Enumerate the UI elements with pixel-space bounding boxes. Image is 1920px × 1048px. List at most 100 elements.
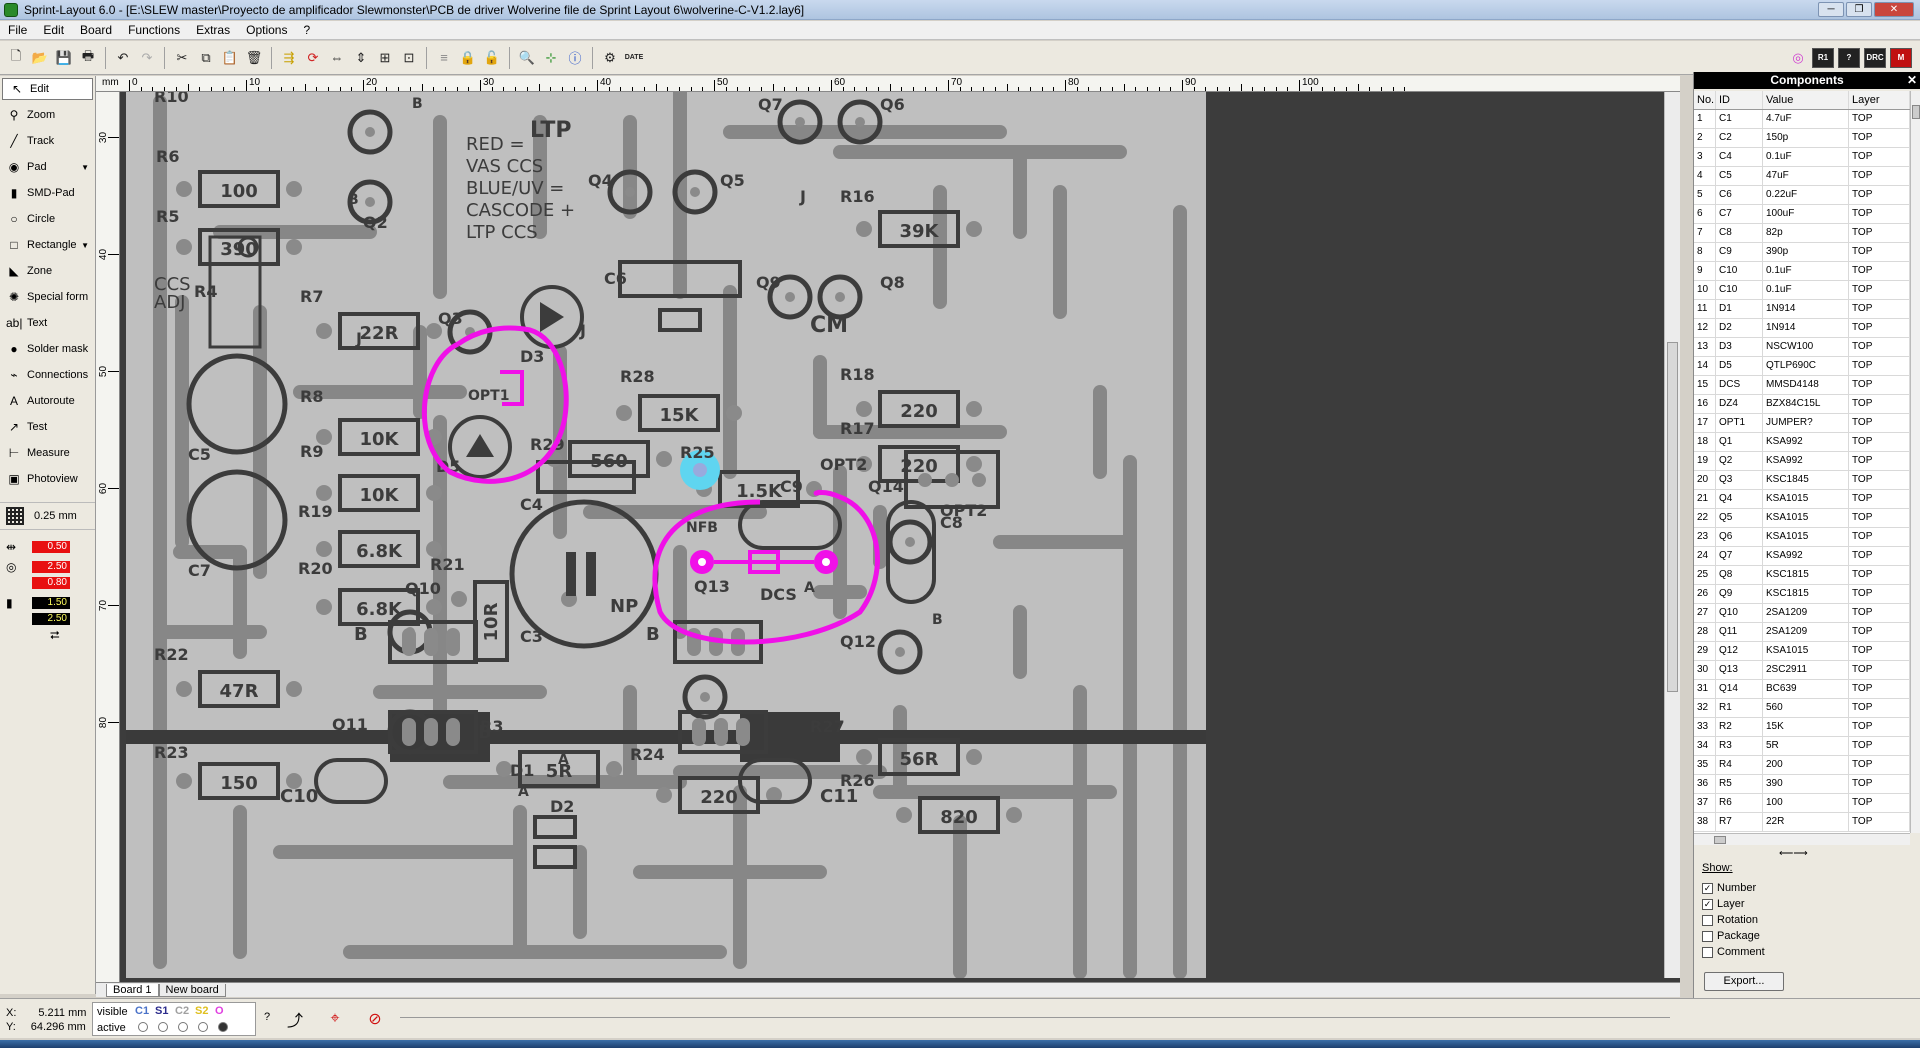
- layer-icon[interactable]: ≡: [434, 48, 454, 68]
- maximize-button[interactable]: ❐: [1846, 2, 1872, 17]
- lock-icon[interactable]: 🔒: [458, 48, 478, 68]
- tool-rectangle[interactable]: □ Rectangle ▼: [0, 232, 95, 258]
- resize-arrows-icon[interactable]: ⟵⟶: [1779, 848, 1808, 859]
- components-hscrollbar[interactable]: [1694, 833, 1910, 845]
- layer-radio[interactable]: [138, 1022, 148, 1032]
- menu-board[interactable]: Board: [72, 23, 120, 37]
- crosshair-icon[interactable]: ⌖: [322, 1007, 348, 1031]
- column-header[interactable]: No.: [1694, 91, 1716, 109]
- pad-outer-input[interactable]: 2.50: [32, 561, 70, 573]
- tool-pad[interactable]: ◉ Pad ▼: [0, 154, 95, 180]
- tab-new-board[interactable]: New board: [158, 983, 226, 997]
- menu-options[interactable]: Options: [238, 23, 295, 37]
- tool-smd-pad[interactable]: ▮ SMD-Pad: [0, 180, 95, 206]
- tool-special-form[interactable]: ✺ Special form: [0, 284, 95, 310]
- tool-track[interactable]: ╱ Track: [0, 128, 95, 154]
- table-row[interactable]: 13 D3 NSCW100 TOP: [1694, 338, 1910, 357]
- crop-icon[interactable]: ⊹: [541, 48, 561, 68]
- undo-icon[interactable]: ↶: [113, 48, 133, 68]
- show-number-checkbox[interactable]: ✓ Number: [1702, 880, 1912, 896]
- date-icon[interactable]: DATE: [624, 48, 644, 68]
- print-icon[interactable]: 🖶: [78, 48, 98, 68]
- checkbox-box[interactable]: ✓: [1702, 882, 1713, 894]
- checkbox-box[interactable]: ✓: [1702, 898, 1713, 910]
- layer-help[interactable]: ?: [264, 1011, 270, 1023]
- menu-edit[interactable]: Edit: [35, 23, 72, 37]
- tool-autoroute[interactable]: A Autoroute: [0, 388, 95, 414]
- chevron-down-icon[interactable]: ▼: [81, 241, 89, 250]
- table-row[interactable]: 28 Q11 2SA1209 TOP: [1694, 623, 1910, 642]
- tool-zone[interactable]: ◣ Zone: [0, 258, 95, 284]
- group-icon[interactable]: ⊡: [399, 48, 419, 68]
- layer-radio[interactable]: [218, 1022, 228, 1032]
- table-row[interactable]: 19 Q2 KSA992 TOP: [1694, 452, 1910, 471]
- scrollbar-thumb[interactable]: [1912, 105, 1920, 119]
- new-file-icon[interactable]: 🗋: [6, 48, 26, 68]
- tool-photoview[interactable]: ▣ Photoview: [0, 466, 95, 492]
- show-layer-checkbox[interactable]: ✓ Layer: [1702, 896, 1912, 912]
- delete-icon[interactable]: 🗑: [244, 48, 264, 68]
- table-row[interactable]: 12 D2 1N914 TOP: [1694, 319, 1910, 338]
- layer-c1[interactable]: C1: [135, 1005, 149, 1017]
- table-row[interactable]: 22 Q5 KSA1015 TOP: [1694, 509, 1910, 528]
- components-scrollbar[interactable]: [1910, 91, 1920, 833]
- mirror-vertical-icon[interactable]: ⇕: [351, 48, 371, 68]
- close-button[interactable]: ✕: [1874, 2, 1914, 17]
- swap-icon[interactable]: ⮂: [0, 628, 95, 643]
- checkbox-box[interactable]: [1702, 930, 1713, 942]
- column-header[interactable]: ID: [1716, 91, 1763, 109]
- redo-icon[interactable]: ↷: [137, 48, 157, 68]
- close-icon[interactable]: ✕: [1907, 72, 1917, 89]
- table-row[interactable]: 37 R6 100 TOP: [1694, 794, 1910, 813]
- table-row[interactable]: 21 Q4 KSA1015 TOP: [1694, 490, 1910, 509]
- table-row[interactable]: 10 C10 0.1uF TOP: [1694, 281, 1910, 300]
- table-row[interactable]: 20 Q3 KSC1845 TOP: [1694, 471, 1910, 490]
- smd-height-input[interactable]: 2.50: [32, 613, 70, 625]
- copy-icon[interactable]: ⧉: [196, 48, 216, 68]
- table-row[interactable]: 5 C6 0.22uF TOP: [1694, 186, 1910, 205]
- minimize-button[interactable]: ─: [1818, 2, 1844, 17]
- tool-connections[interactable]: ⌁ Connections: [0, 362, 95, 388]
- ring-icon[interactable]: ◎: [1788, 48, 1808, 68]
- smd-width-input[interactable]: 1.50: [32, 597, 70, 609]
- rotate-icon[interactable]: ⟳: [303, 48, 323, 68]
- show-package-checkbox[interactable]: Package: [1702, 928, 1912, 944]
- table-row[interactable]: 9 C10 0.1uF TOP: [1694, 262, 1910, 281]
- align-icon[interactable]: ⊞: [375, 48, 395, 68]
- rubberband-icon[interactable]: ⤴: [282, 1007, 308, 1031]
- cut-icon[interactable]: ✂: [172, 48, 192, 68]
- duplicate-icon[interactable]: ⇶: [279, 48, 299, 68]
- table-row[interactable]: 34 R3 5R TOP: [1694, 737, 1910, 756]
- pad-inner-input[interactable]: 0.80: [32, 577, 70, 589]
- scrollbar-thumb[interactable]: [1714, 836, 1726, 844]
- table-row[interactable]: 38 R7 22R TOP: [1694, 813, 1910, 832]
- tool-zoom[interactable]: ⚲ Zoom: [0, 102, 95, 128]
- tool-text[interactable]: ab| Text: [0, 310, 95, 336]
- zoom-icon[interactable]: 🔍: [517, 48, 537, 68]
- table-row[interactable]: 24 Q7 KSA992 TOP: [1694, 547, 1910, 566]
- help-question-icon[interactable]: ?: [1838, 47, 1860, 68]
- layer-radio[interactable]: [178, 1022, 188, 1032]
- tab-board-1[interactable]: Board 1: [106, 983, 159, 997]
- unlock-icon[interactable]: 🔓: [482, 48, 502, 68]
- chevron-down-icon[interactable]: ▼: [81, 163, 89, 172]
- tool-edit[interactable]: ↖ Edit: [2, 78, 93, 100]
- menu-extras[interactable]: Extras: [188, 23, 238, 37]
- info-icon[interactable]: ⓘ: [565, 48, 585, 68]
- mirror-horizontal-icon[interactable]: ⇔: [327, 48, 347, 68]
- menu-file[interactable]: File: [0, 23, 35, 37]
- drc-icon[interactable]: DRC: [1864, 47, 1886, 68]
- table-row[interactable]: 8 C9 390p TOP: [1694, 243, 1910, 262]
- table-row[interactable]: 4 C5 47uF TOP: [1694, 167, 1910, 186]
- table-row[interactable]: 2 C2 150p TOP: [1694, 129, 1910, 148]
- table-row[interactable]: 25 Q8 KSC1815 TOP: [1694, 566, 1910, 585]
- table-row[interactable]: 14 D5 QTLP690C TOP: [1694, 357, 1910, 376]
- settings-gear-icon[interactable]: ⚙: [600, 48, 620, 68]
- macro-icon[interactable]: M: [1890, 47, 1912, 68]
- r1-icon[interactable]: R1: [1812, 47, 1834, 68]
- column-header[interactable]: Value: [1763, 91, 1849, 109]
- layer-radio[interactable]: [198, 1022, 208, 1032]
- layer-radio[interactable]: [158, 1022, 168, 1032]
- table-row[interactable]: 15 DCS MMSD4148 TOP: [1694, 376, 1910, 395]
- table-row[interactable]: 32 R1 560 TOP: [1694, 699, 1910, 718]
